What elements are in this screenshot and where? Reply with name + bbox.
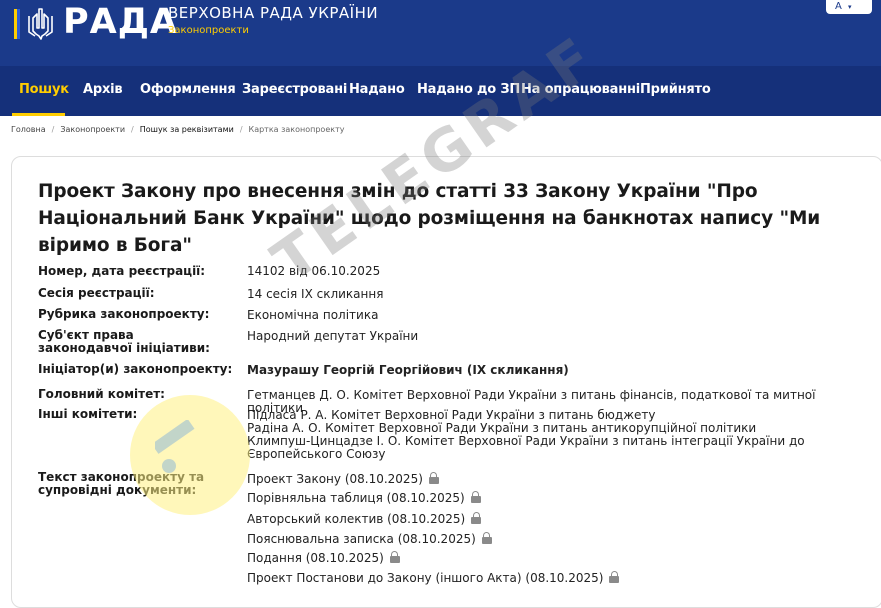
doc-link-label: Порівняльна таблиця (08.10.2025) [247,491,465,505]
nav-item-adopted[interactable]: Прийнято [640,81,711,99]
doc-link-label: Подання (08.10.2025) [247,551,384,565]
doc-link-label: Проект Постанови до Закону (іншого Акта)… [247,571,604,585]
watermark-logo-icon [155,420,195,473]
doc-link[interactable]: Авторський колектив (08.10.2025) [247,512,482,526]
doc-link[interactable]: Порівняльна таблиця (08.10.2025) [247,491,481,505]
doc-link[interactable]: Проект Постанови до Закону (іншого Акта)… [247,571,620,585]
reg-label: Номер, дата реєстрації: [38,264,206,278]
site-subtitle[interactable]: Законопроекти [168,25,249,37]
session-label: Сесія реєстрації: [38,286,155,300]
breadcrumb-bills[interactable]: Законопроекти [60,125,125,134]
doc-link[interactable]: Пояснювальна записка (08.10.2025) [247,532,492,546]
lock-icon [471,512,482,524]
initiator-link[interactable]: Мазурашу Георгій Георгійович (IX скликан… [247,364,569,377]
doc-link-label: Пояснювальна записка (08.10.2025) [247,532,476,546]
site-title[interactable]: ВЕРХОВНА РАДА УКРАЇНИ [168,4,378,22]
list-item: Климпуш-Цинцадзе І. О. Комітет Верховної… [247,434,805,461]
doc-link-label: Авторський колектив (08.10.2025) [247,512,466,526]
breadcrumb-home[interactable]: Головна [11,125,46,134]
nav-item-provided-to-zp[interactable]: Надано до ЗП [417,81,520,99]
nav-item-in-processing[interactable]: На опрацюванні [521,81,640,99]
lock-icon [481,532,492,544]
lock-icon [470,491,481,503]
reg-value: 14102 від 06.10.2025 [247,264,381,278]
nav-item-provided[interactable]: Надано [349,81,405,99]
site-header: РАДА ВЕРХОВНА РАДА УКРАЇНИ Законопроекти… [0,0,881,66]
session-value: 14 сесія IX скликання [247,287,384,301]
nav-active-indicator [12,113,65,116]
language-button[interactable]: A ▾ [826,0,872,14]
language-label: A [835,1,842,12]
doc-link-label: Проект Закону (08.10.2025) [247,472,423,486]
nav-item-search[interactable]: Пошук [19,81,69,99]
chevron-down-icon: ▾ [848,3,852,11]
main-nav: Пошук Архів Оформлення Зареєстровані Над… [0,66,881,116]
nav-item-formatting[interactable]: Оформлення [140,81,236,99]
nav-item-archive[interactable]: Архів [83,81,123,99]
doc-link[interactable]: Подання (08.10.2025) [247,551,400,565]
subject-label: Суб'єкт права законодавчої ініціативи: [38,328,210,355]
lock-icon [428,472,439,484]
rubric-value: Економічна політика [247,308,379,322]
lock-icon [389,551,400,563]
site-logo[interactable]: РАДА [63,2,178,42]
trident-icon [14,8,53,40]
page-title: Проект Закону про внесення змін до статт… [38,181,821,256]
breadcrumb-current: Картка законопроекту [248,125,345,134]
breadcrumb: Головна / Законопроекти / Пошук за реквізита… [11,125,345,134]
rubric-label: Рубрика законопроекту: [38,307,210,321]
lock-icon [609,571,620,583]
breadcrumb-search[interactable]: Пошук за реквізитами [140,125,234,134]
initiator-label: Ініціатор(и) законопроекту: [38,362,233,376]
subject-value: Народний депутат України [247,329,419,343]
nav-item-registered[interactable]: Зареєстровані [242,81,347,99]
other-committees-list: Підласа Р. А. Комітет Верховної Ради Укр… [247,409,867,461]
doc-link[interactable]: Проект Закону (08.10.2025) [247,472,439,486]
